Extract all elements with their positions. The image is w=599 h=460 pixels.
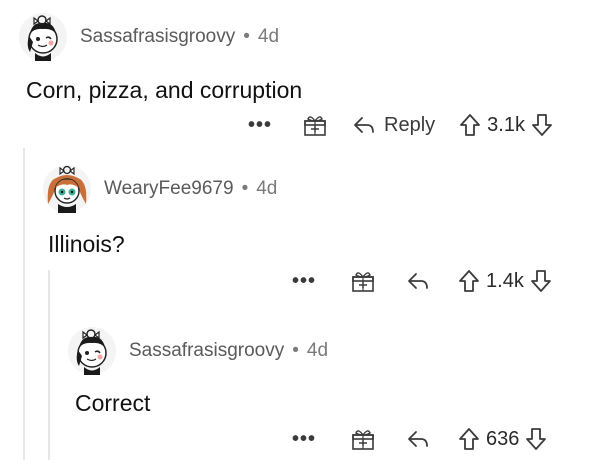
avatar[interactable]	[67, 326, 117, 376]
avatar[interactable]	[42, 164, 92, 214]
comment-actions: ••• Reply 3.1k	[248, 110, 553, 140]
thread-line[interactable]	[48, 270, 50, 460]
upvote-icon[interactable]	[459, 113, 481, 137]
reply-arrow-icon	[408, 431, 428, 447]
award-gift-icon[interactable]	[350, 268, 376, 294]
more-options-icon[interactable]: •••	[248, 114, 272, 137]
downvote-icon[interactable]	[531, 113, 553, 137]
reply-arrow-icon	[354, 117, 374, 133]
avatar-snoo-ribbon-icon	[68, 327, 116, 375]
comment-actions: ••• 1.4k	[292, 266, 552, 296]
vote-score: 636	[486, 427, 520, 450]
downvote-icon[interactable]	[525, 427, 547, 451]
reply-button[interactable]	[406, 428, 438, 450]
comment-age: 4d	[306, 340, 329, 361]
meta-separator: •	[292, 340, 299, 361]
upvote-icon[interactable]	[458, 427, 480, 451]
comment-text: Corn, pizza, and corruption	[26, 77, 303, 103]
comment-header: WearyFee9679 • 4d	[42, 164, 277, 214]
reply-label: Reply	[384, 113, 436, 136]
thread-line[interactable]	[23, 148, 25, 460]
avatar[interactable]	[18, 12, 68, 62]
reply-button[interactable]: Reply	[352, 114, 435, 137]
more-options-icon[interactable]: •••	[292, 428, 316, 451]
comment-text: Correct	[75, 390, 151, 416]
award-gift-icon[interactable]	[350, 426, 376, 452]
avatar-snoo-redhair-icon	[43, 165, 91, 213]
upvote-icon[interactable]	[458, 269, 480, 293]
vote-score: 3.1k	[487, 113, 525, 136]
avatar-snoo-ribbon-icon	[19, 13, 67, 61]
comment-header: Sassafrasisgroovy • 4d	[18, 12, 279, 62]
downvote-icon[interactable]	[530, 269, 552, 293]
reply-button[interactable]	[406, 270, 438, 292]
comment-age: 4d	[256, 178, 278, 199]
more-options-icon[interactable]: •••	[292, 270, 316, 293]
meta-separator: •	[241, 178, 249, 199]
vote-score: 1.4k	[486, 269, 524, 292]
author-name[interactable]: WearyFee9679	[104, 178, 234, 200]
meta-separator: •	[243, 26, 250, 47]
comment-text: Illinois?	[48, 231, 125, 257]
author-name[interactable]: Sassafrasisgroovy	[129, 340, 284, 362]
comment-header: Sassafrasisgroovy • 4d	[67, 326, 328, 376]
author-name[interactable]: Sassafrasisgroovy	[80, 26, 235, 48]
comment-age: 4d	[257, 26, 280, 47]
comment-actions: ••• 636	[292, 424, 547, 454]
reply-arrow-icon	[408, 273, 428, 289]
award-gift-icon[interactable]	[302, 112, 328, 138]
